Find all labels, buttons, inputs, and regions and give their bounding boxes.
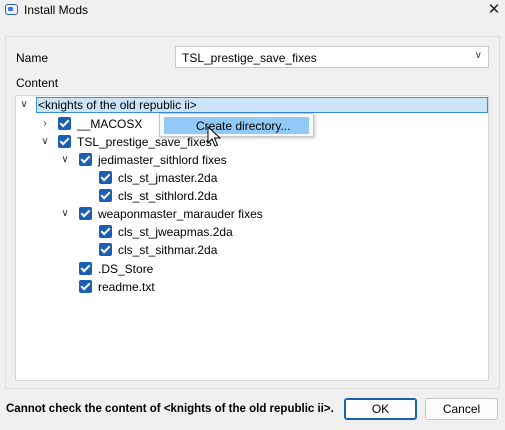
tree-item-label: cls_st_jmaster.2da — [118, 171, 218, 185]
chevron-down-icon[interactable]: ∨ — [19, 96, 29, 114]
chevron-down-icon[interactable]: ∨ — [60, 151, 70, 169]
title-bar: Install Mods ✕ — [0, 0, 505, 22]
tree-root-row[interactable]: ∨ <knights of the old republic ii> — [16, 96, 488, 114]
tree-row[interactable]: cls_st_jweapmas.2da — [16, 223, 488, 241]
tree-row[interactable]: cls_st_sithlord.2da — [16, 187, 488, 205]
checkbox[interactable] — [99, 171, 112, 184]
tree-item-label: cls_st_sithlord.2da — [118, 189, 218, 203]
checkbox[interactable] — [79, 153, 92, 166]
tree-item-label: cls_st_sithmar.2da — [118, 243, 218, 257]
tree-item-label: weaponmaster_marauder fixes — [98, 207, 263, 221]
tree-root-label: <knights of the old republic ii> — [38, 98, 197, 112]
name-combobox[interactable]: TSL_prestige_save_fixes ∨ — [175, 46, 489, 68]
cancel-button[interactable]: Cancel — [425, 398, 498, 420]
content-label: Content — [16, 76, 59, 90]
checkbox[interactable] — [79, 207, 92, 220]
chevron-down-icon[interactable]: ∨ — [60, 205, 70, 223]
tree-item-label: cls_st_jweapmas.2da — [118, 225, 233, 239]
content-tree[interactable]: ∨ <knights of the old republic ii> › __M… — [15, 95, 489, 381]
tree-row[interactable]: cls_st_sithmar.2da — [16, 241, 488, 259]
tree-row[interactable]: ∨ jedimaster_sithlord fixes — [16, 151, 488, 169]
tree-item-label: .DS_Store — [98, 262, 154, 276]
checkbox[interactable] — [99, 189, 112, 202]
tree-row[interactable]: cls_st_jmaster.2da — [16, 169, 488, 187]
tree-item-label: jedimaster_sithlord fixes — [98, 153, 227, 167]
tree-item-label: __MACOSX — [77, 117, 143, 131]
window-title: Install Mods — [24, 3, 89, 17]
checkbox[interactable] — [79, 280, 92, 293]
tree-row[interactable]: ∨ weaponmaster_marauder fixes — [16, 205, 488, 223]
checkbox[interactable] — [99, 243, 112, 256]
app-icon — [5, 4, 18, 15]
chevron-down-icon[interactable]: ∨ — [40, 133, 50, 151]
status-message: Cannot check the content of <knights of … — [6, 403, 334, 415]
tree-row[interactable]: readme.txt — [16, 278, 488, 296]
close-icon[interactable]: ✕ — [483, 0, 505, 21]
name-label: Name — [16, 51, 49, 65]
checkbox[interactable] — [58, 117, 71, 130]
checkbox[interactable] — [58, 135, 71, 148]
name-value: TSL_prestige_save_fixes — [182, 51, 317, 65]
tree-item-label: readme.txt — [98, 280, 155, 294]
ok-button[interactable]: OK — [344, 398, 417, 420]
tree-row[interactable]: .DS_Store — [16, 260, 488, 278]
chevron-down-icon[interactable]: ∨ — [475, 50, 482, 61]
tree-item-label: TSL_prestige_save_fixes — [77, 135, 212, 149]
chevron-right-icon[interactable]: › — [40, 115, 50, 133]
context-menu: Create directory... — [159, 113, 314, 137]
create-directory-menu-item[interactable]: Create directory... — [164, 117, 309, 134]
checkbox[interactable] — [99, 225, 112, 238]
mouse-cursor-icon — [207, 126, 221, 147]
checkbox[interactable] — [79, 262, 92, 275]
